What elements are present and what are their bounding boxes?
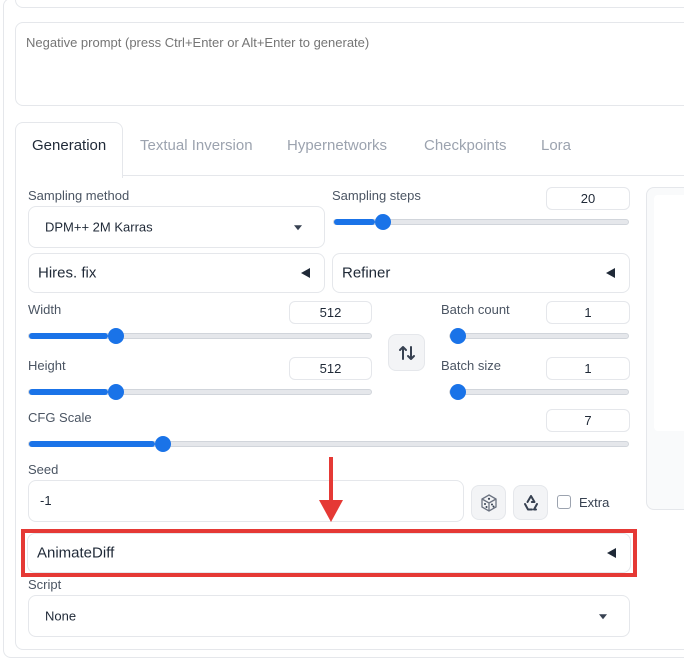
sampling-method-value: DPM++ 2M Karras — [45, 219, 153, 235]
cfg-scale-input[interactable]: 7 — [546, 409, 630, 432]
refiner-title: Refiner — [342, 264, 391, 282]
highlight-box — [21, 529, 637, 577]
negative-prompt-input[interactable] — [26, 35, 626, 50]
height-input[interactable]: 512 — [289, 357, 372, 380]
width-slider[interactable] — [28, 328, 372, 344]
collapse-triangle-icon — [606, 268, 615, 278]
slider-fill — [334, 219, 376, 225]
swap-dimensions-button[interactable] — [388, 334, 425, 371]
extra-checkbox[interactable] — [557, 495, 571, 509]
sampling-method-label: Sampling method — [28, 188, 130, 203]
sampling-steps-input[interactable]: 20 — [546, 187, 630, 210]
sampling-method-dropdown[interactable]: DPM++ 2M Karras — [28, 206, 325, 248]
sampling-steps-label: Sampling steps — [332, 188, 421, 203]
batch-size-label: Batch size — [441, 358, 501, 373]
cfg-scale-label: CFG Scale — [28, 410, 92, 425]
dice-icon — [480, 493, 497, 512]
annotation-arrow-down-icon — [319, 500, 343, 522]
script-label: Script — [28, 577, 62, 592]
width-input[interactable]: 512 — [289, 301, 372, 324]
tab-hypernetworks[interactable]: Hypernetworks — [287, 137, 387, 165]
script-value: None — [45, 608, 77, 624]
extra-label: Extra — [579, 495, 610, 510]
slider-fill — [29, 441, 155, 447]
width-label: Width — [28, 302, 62, 317]
tab-checkpoints[interactable]: Checkpoints — [424, 137, 507, 165]
seed-value: -1 — [40, 493, 52, 508]
cfg-scale-slider[interactable] — [28, 436, 629, 452]
seed-label: Seed — [28, 462, 59, 477]
chevron-down-icon — [294, 225, 302, 231]
reuse-seed-button[interactable] — [513, 485, 548, 520]
slider-fill — [29, 389, 108, 395]
slider-thumb[interactable] — [450, 384, 466, 400]
seed-input[interactable]: -1 — [28, 480, 464, 522]
chevron-down-icon — [599, 614, 607, 620]
slider-thumb[interactable] — [450, 328, 466, 344]
slider-fill — [29, 333, 108, 339]
batch-count-input[interactable]: 1 — [546, 301, 630, 324]
collapse-triangle-icon — [301, 268, 310, 278]
sampling-steps-slider[interactable] — [333, 214, 629, 230]
batch-count-slider[interactable] — [449, 328, 629, 344]
tab-textual-inversion[interactable]: Textual Inversion — [140, 137, 253, 165]
refiner-accordion[interactable]: Refiner — [332, 253, 630, 293]
batch-count-label: Batch count — [441, 302, 510, 317]
slider-thumb[interactable] — [107, 328, 124, 344]
output-image-area — [654, 195, 684, 431]
recycle-icon — [523, 494, 538, 510]
script-dropdown[interactable]: None — [28, 595, 630, 637]
batch-size-slider[interactable] — [449, 384, 629, 400]
tab-lora[interactable]: Lora — [541, 137, 571, 165]
slider-thumb[interactable] — [107, 384, 124, 400]
random-seed-button[interactable] — [471, 485, 506, 520]
slider-thumb[interactable] — [154, 436, 171, 452]
height-label: Height — [28, 358, 66, 373]
swap-arrows-icon — [398, 345, 415, 360]
annotation-arrow-shaft — [329, 457, 333, 503]
hires-fix-title: Hires. fix — [38, 264, 97, 282]
hires-fix-accordion[interactable]: Hires. fix — [28, 253, 325, 293]
height-slider[interactable] — [28, 384, 372, 400]
tab-generation[interactable]: Generation — [32, 137, 106, 165]
batch-size-input[interactable]: 1 — [546, 357, 630, 380]
positive-prompt-box[interactable] — [15, 0, 684, 8]
